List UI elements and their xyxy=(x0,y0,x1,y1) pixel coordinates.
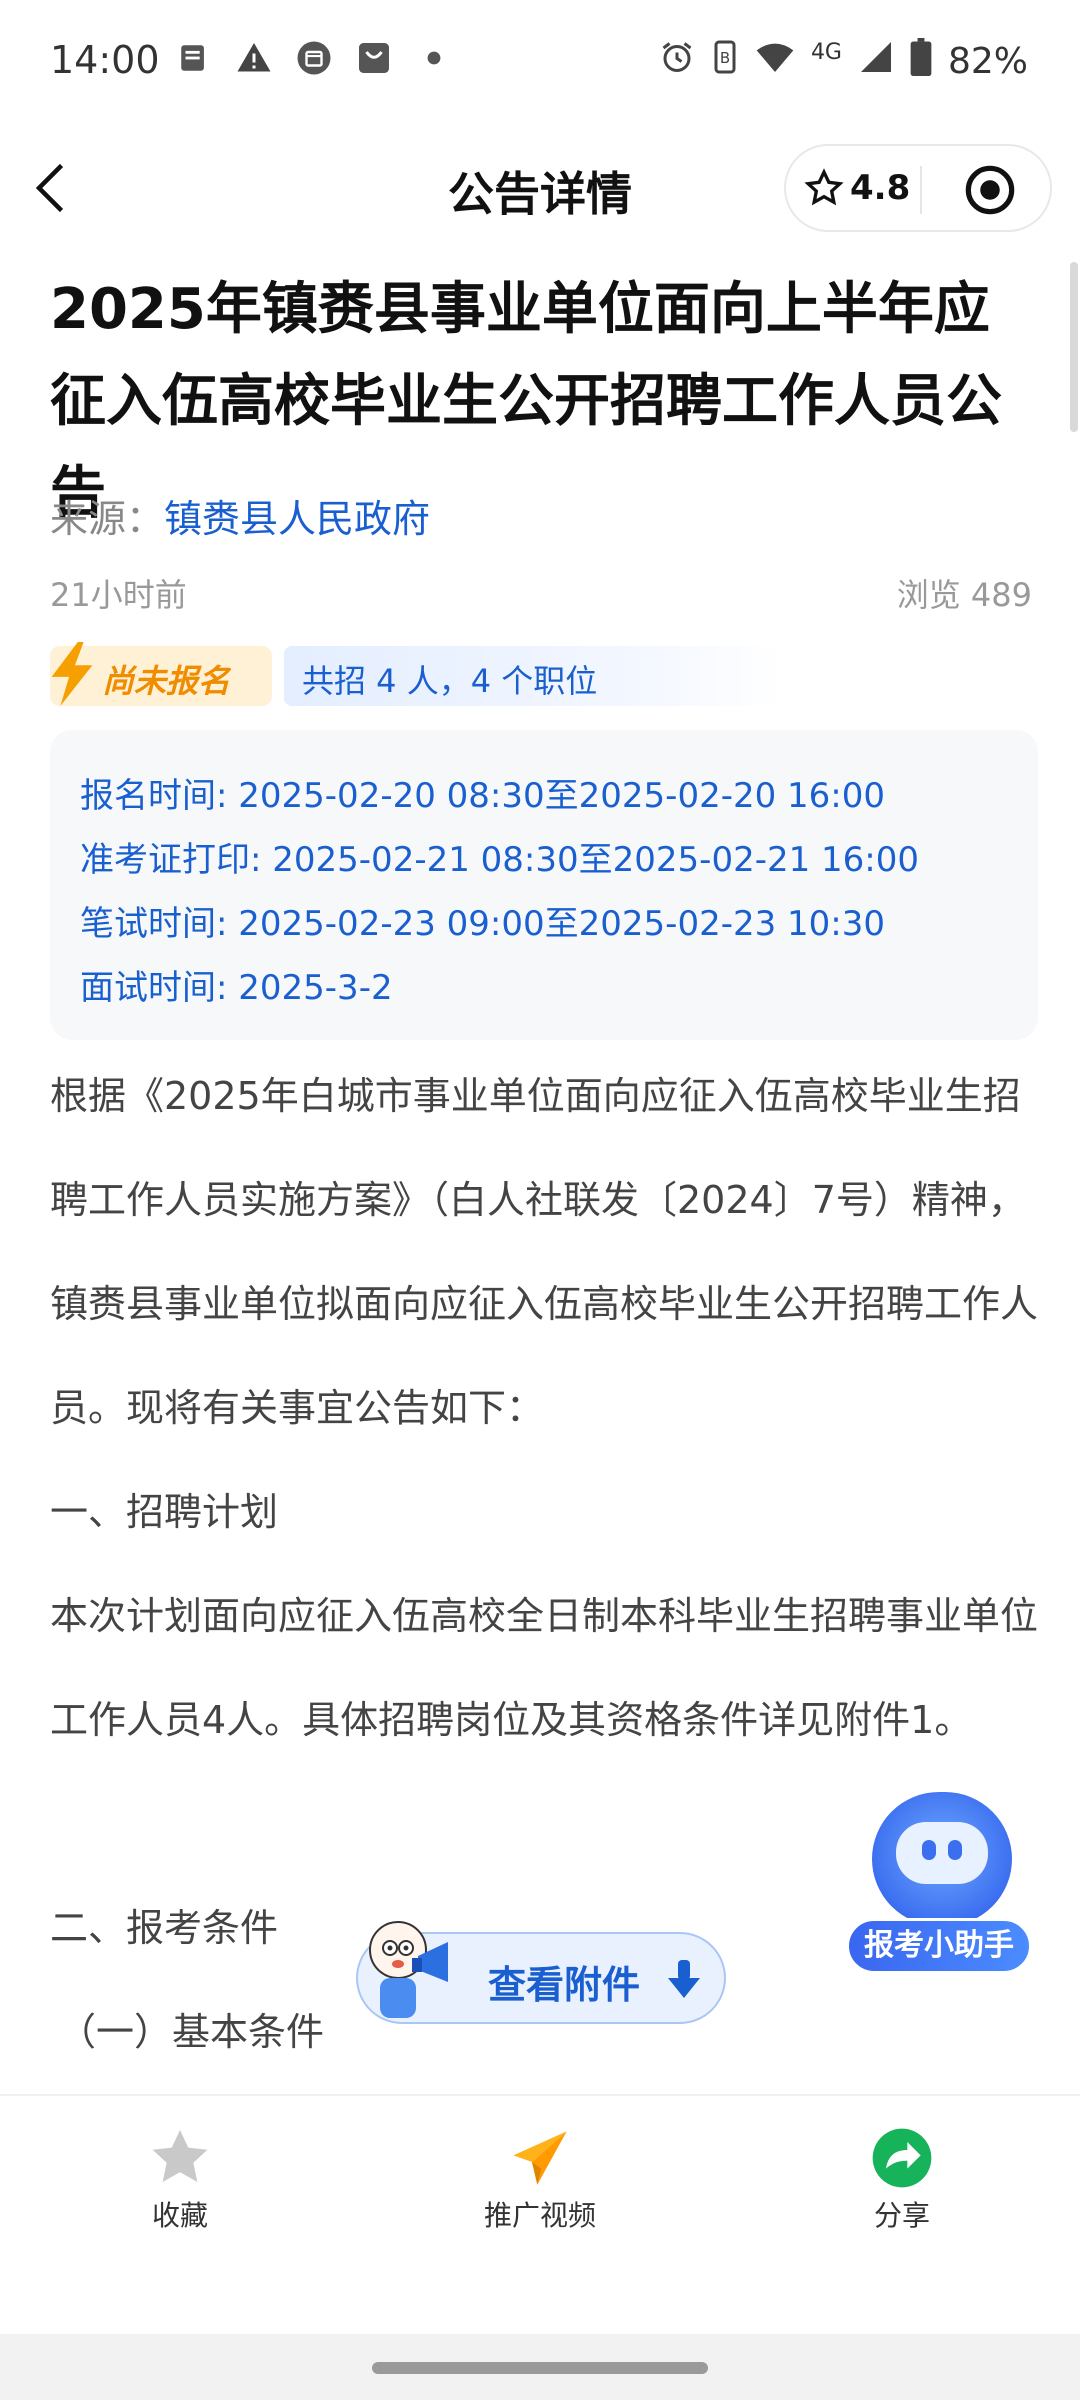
schedule-line: 准考证打印: 2025-02-21 08:30至2025-02-21 16:00 xyxy=(80,840,920,880)
wifi-icon xyxy=(755,39,795,84)
dot-icon xyxy=(416,40,452,76)
star-icon xyxy=(148,2126,212,2190)
target-icon xyxy=(965,165,1015,215)
recruit-tag-row: 尚未报名 共招 4 人，4 个职位 xyxy=(50,640,784,712)
view-count: 浏览 489 xyxy=(896,576,1032,614)
assistant-button[interactable]: 报考小助手 xyxy=(846,1792,1036,1974)
status-bar: 14:00 B 4G 82% xyxy=(0,0,1080,128)
status-time: 14:00 xyxy=(50,38,160,82)
alarm-icon xyxy=(659,39,695,84)
recruit-summary-text: 共招 4 人，4 个职位 xyxy=(302,662,598,700)
tab-label: 分享 xyxy=(873,2199,930,2232)
attachment-label[interactable]: 查看附件 xyxy=(488,1954,640,2009)
vibrate-icon: B xyxy=(711,39,739,84)
status-badge: 尚未报名 xyxy=(50,642,272,706)
tab-label: 推广视频 xyxy=(483,2199,596,2232)
home-indicator[interactable] xyxy=(372,2362,708,2374)
recruit-summary: 共招 4 人，4 个职位 xyxy=(284,646,784,706)
assistant-label[interactable]: 报考小助手 xyxy=(846,1918,1032,1974)
megaphone-mascot-icon xyxy=(356,1916,466,2026)
capsule-divider xyxy=(920,166,922,214)
nav-header: 公告详情 4.8 xyxy=(0,128,1080,252)
robot-eye xyxy=(922,1840,936,1860)
system-indicators: B 4G 82% xyxy=(659,38,1028,85)
publish-time: 21小时前 xyxy=(50,576,187,614)
signal-icon xyxy=(858,39,894,84)
close-mini-program-button[interactable] xyxy=(964,164,1016,216)
message-icon xyxy=(176,40,212,76)
lightning-icon xyxy=(48,642,96,706)
robot-face xyxy=(896,1822,988,1884)
schedule-line: 笔试时间: 2025-02-23 09:00至2025-02-23 10:30 xyxy=(80,904,886,944)
share-button[interactable]: 分享 xyxy=(802,2126,1002,2234)
robot-icon xyxy=(872,1792,1012,1926)
battery-level: 82% xyxy=(947,41,1028,82)
source-link[interactable]: 镇赉县人民政府 xyxy=(164,497,430,541)
promo-video-button[interactable]: 推广视频 xyxy=(440,2126,640,2234)
paper-plane-icon xyxy=(508,2126,572,2190)
robot-eye xyxy=(948,1840,962,1860)
bottom-action-bar: 收藏 推广视频 分享 xyxy=(0,2094,1080,2336)
calendar-icon xyxy=(296,40,332,76)
section-heading: 一、招聘计划 xyxy=(50,1490,279,1534)
mini-program-capsule: 4.8 xyxy=(784,144,1052,232)
star-outline-icon xyxy=(804,168,844,206)
share-icon xyxy=(870,2126,934,2190)
status-badge-label: 尚未报名 xyxy=(102,662,231,700)
battery-icon xyxy=(910,38,932,85)
schedule-line: 报名时间: 2025-02-20 08:30至2025-02-20 16:00 xyxy=(80,776,886,816)
network-type: 4G xyxy=(810,40,842,65)
body-paragraph: 根据《2025年白城市事业单位面向应征入伍高校毕业生招聘工作人员实施方案》（白人… xyxy=(50,1074,1039,1430)
schedule-box: 报名时间: 2025-02-20 08:30至2025-02-20 16:00 … xyxy=(50,730,1038,1040)
tab-label: 收藏 xyxy=(151,2199,208,2232)
notification-icons xyxy=(176,40,452,76)
svg-text:B: B xyxy=(720,49,730,67)
schedule-line: 面试时间: 2025-3-2 xyxy=(80,968,393,1008)
warning-icon xyxy=(236,40,272,76)
favorite-button[interactable]: 收藏 xyxy=(80,2126,280,2234)
body-paragraph: 本次计划面向应征入伍高校全日制本科毕业生招聘事业单位工作人员4人。具体招聘岗位及… xyxy=(50,1594,1039,1742)
source-label: 来源： xyxy=(50,497,165,541)
article-source: 来源：镇赉县人民政府 xyxy=(50,488,430,543)
system-nav-bar xyxy=(0,2334,1080,2400)
scroll-indicator[interactable] xyxy=(1070,262,1078,432)
rating-button[interactable] xyxy=(804,168,844,208)
shopping-bag-icon xyxy=(356,40,392,76)
rating-value[interactable]: 4.8 xyxy=(850,168,910,208)
download-arrow-icon xyxy=(666,1960,702,2000)
